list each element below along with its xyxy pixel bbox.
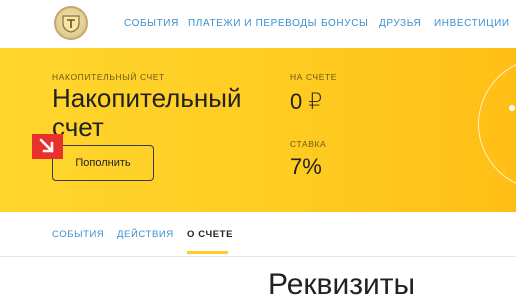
main-nav: События Платежи и переводы Бонусы Друзья…	[124, 18, 516, 32]
rate-value: 7%	[290, 154, 322, 179]
decorative-circle	[478, 58, 516, 190]
balance-value: 0 ₽	[290, 89, 323, 114]
tab-actions[interactable]: Действия	[117, 229, 174, 240]
decorative-dot	[509, 105, 515, 111]
nav-item-friends[interactable]: Друзья	[379, 18, 421, 29]
section-heading-requisites: Реквизиты	[268, 268, 416, 301]
account-hero: Накопительный счет Накопительный счет На…	[0, 48, 516, 212]
nav-item-events[interactable]: События	[124, 18, 179, 29]
nav-item-payments[interactable]: Платежи и переводы	[188, 18, 317, 29]
account-title: Накопительный счет	[52, 83, 242, 142]
rate-label: Ставка	[290, 139, 327, 149]
nav-item-investments[interactable]: Инвестиции	[434, 18, 510, 29]
tab-events[interactable]: События	[52, 229, 104, 240]
balance-label: На счете	[290, 72, 338, 82]
tab-about-account[interactable]: О счете	[187, 229, 233, 240]
active-tab-indicator	[187, 251, 228, 254]
account-type-label: Накопительный счет	[52, 72, 165, 82]
nav-item-bonuses[interactable]: Бонусы	[321, 18, 368, 29]
top-navigation-bar: События Платежи и переводы Бонусы Друзья…	[0, 0, 516, 49]
topup-button[interactable]: Пополнить	[52, 145, 154, 181]
bank-logo-icon[interactable]	[54, 6, 88, 40]
arrow-down-right-icon	[32, 134, 63, 159]
account-tabs: События Действия О счете	[0, 212, 516, 257]
